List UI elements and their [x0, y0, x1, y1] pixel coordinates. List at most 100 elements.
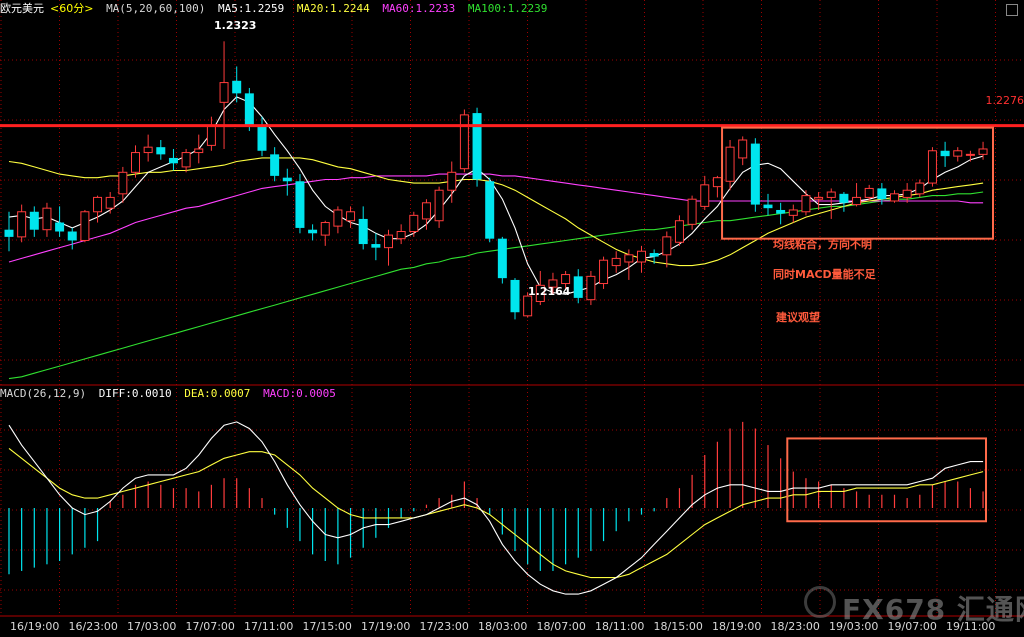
- candle-body: [93, 196, 103, 213]
- candle-body: [750, 143, 760, 205]
- note-macd-weak: 同时MACD量能不足: [773, 268, 876, 281]
- panel-maximize-icon[interactable]: [1006, 4, 1018, 16]
- note-wait: 建议观望: [776, 311, 820, 324]
- candle: [42, 202, 52, 237]
- candle: [4, 211, 14, 252]
- candle: [421, 199, 431, 230]
- candle-body: [270, 154, 280, 176]
- macd-value: MACD:0.0005: [263, 387, 336, 400]
- candle-body: [168, 157, 178, 164]
- candle: [700, 175, 710, 210]
- candle: [346, 206, 356, 228]
- candle-body: [700, 184, 710, 207]
- ma20-value: MA20:1.2244: [296, 2, 370, 15]
- candle-body: [396, 231, 406, 240]
- candle-body: [814, 196, 824, 200]
- watermark-text: FX678 汇通网: [842, 593, 1024, 626]
- candle-body: [232, 80, 242, 94]
- candle-body: [384, 234, 393, 249]
- candle: [219, 41, 229, 149]
- candle: [67, 227, 77, 250]
- candle-body: [194, 148, 204, 154]
- candle: [662, 231, 672, 268]
- candle-body: [637, 250, 646, 263]
- candle-body: [599, 259, 609, 285]
- consolidation-box: [721, 126, 994, 240]
- candle-body: [890, 193, 899, 202]
- candle: [839, 192, 849, 212]
- diff-value: DIFF:0.0010: [98, 387, 172, 400]
- symbol-title[interactable]: 欧元美元: [0, 2, 44, 15]
- candle: [282, 168, 292, 196]
- time-axis-label: 16/19:00: [10, 620, 60, 633]
- candle: [750, 138, 760, 212]
- macd-params: MACD(26,12,9): [0, 387, 87, 400]
- candle-body: [624, 254, 634, 263]
- candle-body: [308, 229, 318, 234]
- candle-body: [788, 209, 798, 216]
- candle-body: [523, 295, 533, 317]
- candle-body: [282, 177, 292, 182]
- period-label[interactable]: <60分>: [50, 2, 93, 15]
- candle: [902, 183, 912, 203]
- candle: [738, 136, 748, 166]
- candle-body: [42, 207, 52, 231]
- candle: [29, 206, 39, 237]
- candle-body: [447, 171, 457, 191]
- low-price-label: 1.2164: [528, 285, 571, 298]
- candle-body: [978, 148, 988, 155]
- candle: [940, 141, 950, 167]
- ma60-value: MA60:1.2233: [382, 2, 456, 15]
- time-axis-label: 18/11:00: [595, 620, 645, 633]
- candle: [396, 224, 406, 245]
- candle-body: [333, 209, 343, 227]
- candle-body: [320, 222, 330, 236]
- candle-body: [358, 218, 368, 245]
- candle-body: [434, 189, 444, 222]
- candle-body: [346, 211, 356, 222]
- candle-body: [839, 193, 849, 203]
- candle: [80, 209, 90, 243]
- candle-body: [940, 150, 950, 157]
- candle-body: [206, 125, 216, 146]
- candle: [270, 147, 280, 182]
- candle-body: [485, 181, 495, 239]
- candle-body: [611, 257, 621, 267]
- ma100-value: MA100:1.2239: [467, 2, 548, 15]
- candle-body: [459, 114, 469, 170]
- candle-body: [877, 188, 887, 200]
- candle-body: [801, 195, 811, 213]
- candle-body: [915, 182, 925, 195]
- macd-panel: [8, 421, 984, 595]
- macd-header: MACD(26,12,9) DIFF:0.0010 DEA:0.0007 MAC…: [0, 386, 342, 402]
- candle-body: [156, 147, 166, 155]
- candle-body: [29, 211, 39, 230]
- candle-body: [738, 139, 748, 159]
- candle: [725, 140, 735, 191]
- candle: [573, 269, 583, 304]
- candle-body: [295, 181, 305, 228]
- high-price-label: 1.2323: [214, 19, 257, 32]
- candle-body: [586, 275, 596, 301]
- time-axis-label: 17/07:00: [185, 620, 235, 633]
- candle-body: [131, 152, 140, 173]
- candle: [384, 229, 393, 266]
- candle-body: [674, 220, 684, 243]
- candle-body: [725, 146, 735, 182]
- candle-body: [105, 196, 115, 209]
- candle-body: [80, 211, 90, 241]
- time-axis-label: 18/15:00: [653, 620, 703, 633]
- candle: [965, 150, 975, 162]
- candle: [776, 202, 786, 225]
- price-chart[interactable]: [0, 0, 1024, 637]
- candle: [308, 224, 318, 241]
- time-axis-label: 17/19:00: [361, 620, 411, 633]
- candle-body: [927, 150, 937, 184]
- ma-params: MA(5,20,60,100): [106, 2, 206, 15]
- candle-body: [852, 196, 862, 206]
- candle-body: [55, 222, 65, 232]
- candle: [712, 175, 722, 198]
- time-axis-label: 17/03:00: [127, 620, 177, 633]
- candle: [497, 236, 507, 284]
- candle: [788, 204, 798, 223]
